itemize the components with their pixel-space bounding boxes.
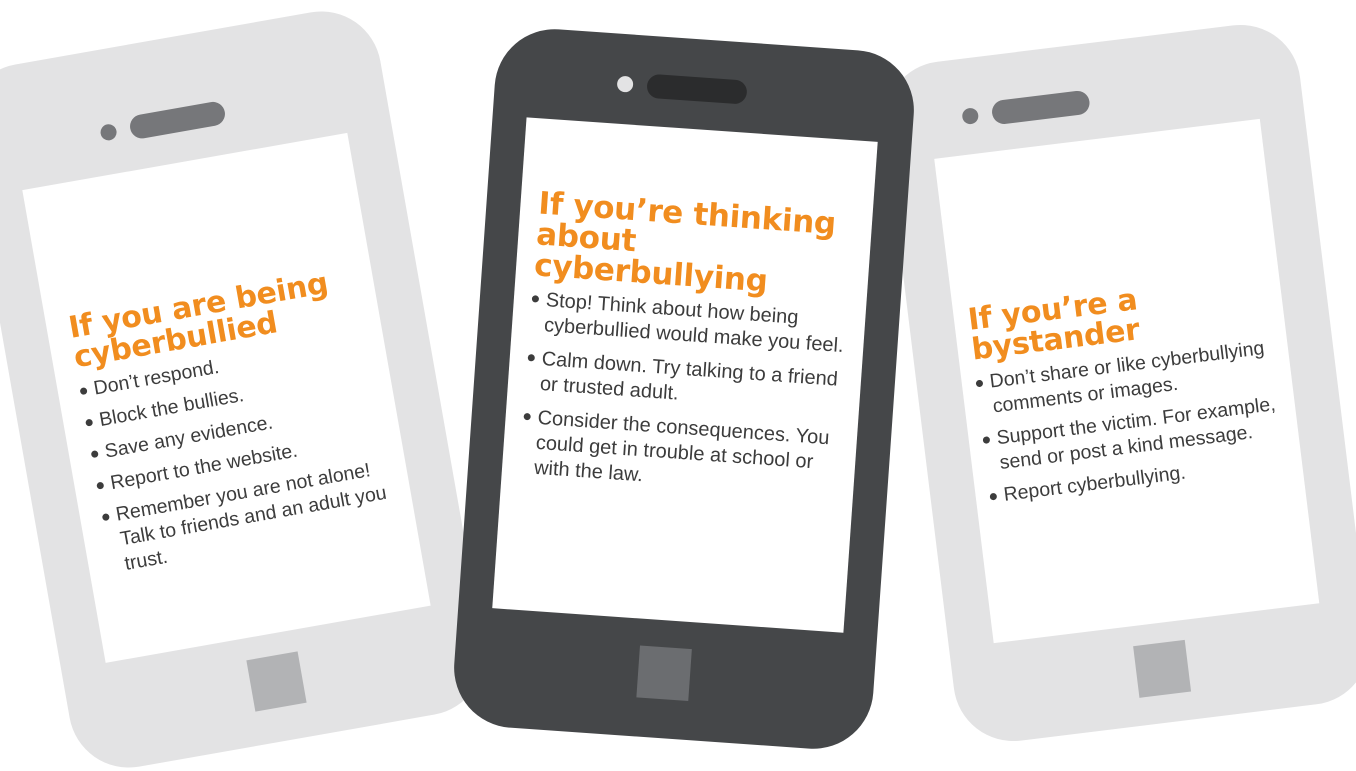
home-button-icon [636, 645, 692, 702]
card-content: If you are being cyberbullied Don’t resp… [66, 262, 410, 586]
phone-screen: If you are being cyberbullied Don’t resp… [22, 132, 431, 663]
speaker-icon [646, 73, 748, 105]
camera-icon [616, 75, 634, 93]
speaker-icon [128, 100, 227, 141]
illustration-stage: If you are being cyberbullied Don’t resp… [0, 0, 1356, 771]
phone-card-being-cyberbullied: If you are being cyberbullied Don’t resp… [0, 1, 494, 771]
camera-icon [99, 123, 118, 142]
camera-icon [961, 107, 980, 126]
tip-item: Consider the consequences. You could get… [519, 405, 843, 502]
phone-card-thinking-about-cyberbullying: If you’re thinking about cyberbullying S… [450, 25, 918, 753]
tip-list: Stop! Think about how being cyberbullied… [519, 287, 852, 502]
card-content: If you’re a bystander Don’t share or lik… [966, 268, 1300, 516]
phone-screen: If you’re a bystander Don’t share or lik… [934, 118, 1320, 644]
home-button-icon [1133, 639, 1192, 698]
card-content: If you’re thinking about cyberbullying S… [519, 185, 859, 511]
phone-card-bystander: If you’re a bystander Don’t share or lik… [877, 18, 1356, 748]
speaker-icon [990, 89, 1091, 126]
home-button-icon [246, 651, 307, 712]
phone-screen: If you’re thinking about cyberbullying S… [492, 117, 878, 633]
card-title: If you’re thinking about cyberbullying [533, 185, 859, 303]
